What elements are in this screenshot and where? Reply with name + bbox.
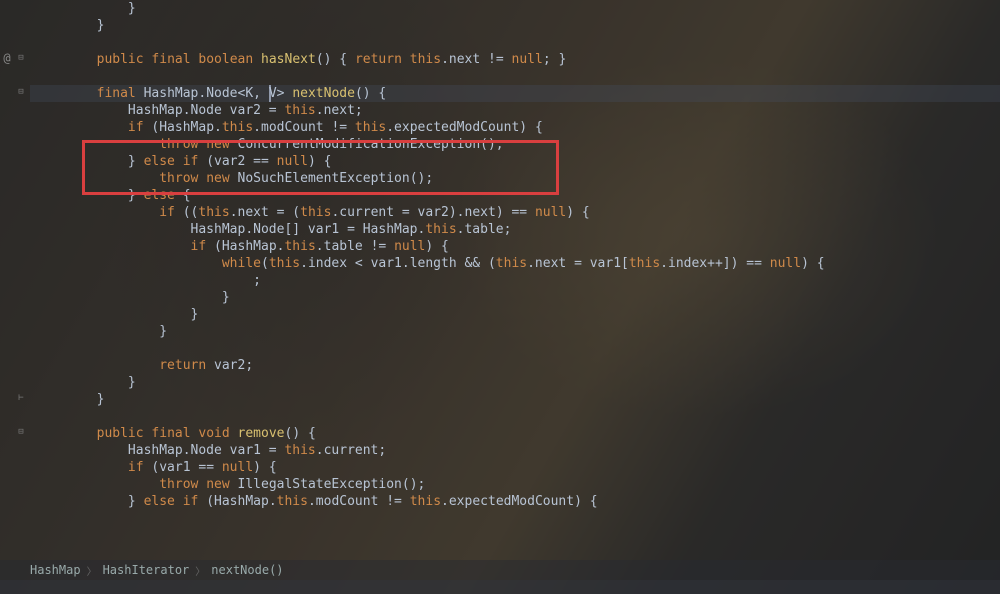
chevron-right-icon: 〉 [87, 563, 97, 578]
code-line[interactable]: HashMap.Node var2 = this.next; [30, 102, 1000, 119]
breadcrumb-item[interactable]: HashIterator [103, 563, 190, 577]
code-line[interactable]: if (HashMap.this.modCount != this.expect… [30, 119, 1000, 136]
code-line[interactable]: throw new IllegalStateException(); [30, 476, 1000, 493]
code-line[interactable] [30, 34, 1000, 51]
breadcrumb[interactable]: HashMap 〉 HashIterator 〉 nextNode() [0, 560, 1000, 580]
code-line[interactable]: return var2; [30, 357, 1000, 374]
code-line[interactable]: } [30, 306, 1000, 323]
code-line[interactable] [30, 68, 1000, 85]
code-line[interactable]: if (var1 == null) { [30, 459, 1000, 476]
override-marker-icon[interactable]: @ [0, 51, 14, 65]
code-line[interactable]: } [30, 17, 1000, 34]
code-line[interactable]: } [30, 374, 1000, 391]
code-line[interactable]: } [30, 289, 1000, 306]
fold-toggle-icon[interactable]: ⊟ [14, 85, 28, 99]
code-line[interactable]: while(this.index < var1.length && (this.… [30, 255, 1000, 272]
code-line[interactable]: } else if (HashMap.this.modCount != this… [30, 493, 1000, 510]
code-line-current[interactable]: final HashMap.Node<K, V> nextNode() { [30, 85, 1000, 102]
code-line[interactable] [30, 340, 1000, 357]
code-line[interactable]: HashMap.Node[] var1 = HashMap.this.table… [30, 221, 1000, 238]
code-line[interactable]: } [30, 0, 1000, 17]
code-line[interactable]: public final void remove() { [30, 425, 1000, 442]
breadcrumb-item[interactable]: HashMap [30, 563, 81, 577]
code-line[interactable]: } [30, 391, 1000, 408]
code-line[interactable] [30, 408, 1000, 425]
code-line[interactable]: if (HashMap.this.table != null) { [30, 238, 1000, 255]
chevron-right-icon: 〉 [195, 563, 205, 578]
code-line[interactable]: if ((this.next = (this.current = var2).n… [30, 204, 1000, 221]
code-line[interactable]: throw new NoSuchElementException(); [30, 170, 1000, 187]
fold-toggle-icon[interactable]: ⊟ [14, 425, 28, 439]
code-line[interactable]: public final boolean hasNext() { return … [30, 51, 1000, 68]
code-line[interactable]: } [30, 323, 1000, 340]
fold-toggle-icon[interactable]: ⊟ [14, 51, 28, 65]
code-text-area[interactable]: } } public final boolean hasNext() { ret… [30, 0, 1000, 562]
code-line[interactable]: throw new ConcurrentModificationExceptio… [30, 136, 1000, 153]
code-line[interactable]: ; [30, 272, 1000, 289]
editor-gutter: @ ⊟ ⊟ ⊢ ⊟ [0, 0, 30, 594]
code-editor[interactable]: @ ⊟ ⊟ ⊢ ⊟ } } public final boolean hasNe… [0, 0, 1000, 594]
breadcrumb-item[interactable]: nextNode() [211, 563, 283, 577]
code-line[interactable]: HashMap.Node var1 = this.current; [30, 442, 1000, 459]
code-line[interactable]: } else if (var2 == null) { [30, 153, 1000, 170]
fold-end-icon[interactable]: ⊢ [14, 391, 28, 405]
status-bar [0, 580, 1000, 594]
code-line[interactable]: } else { [30, 187, 1000, 204]
